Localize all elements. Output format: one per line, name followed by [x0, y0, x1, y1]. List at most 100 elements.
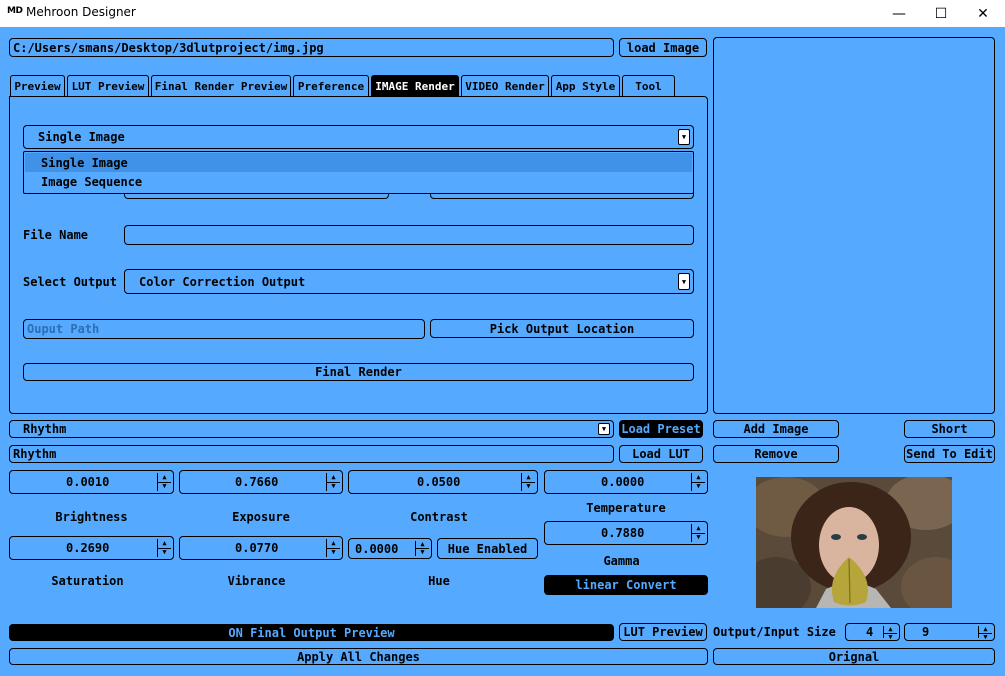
- send-to-edit-button[interactable]: Send To Edit: [904, 445, 995, 463]
- gamma-spinbox[interactable]: 0.7880 ▲ ▼: [544, 521, 708, 545]
- spin-up-icon[interactable]: ▲: [158, 539, 171, 549]
- title-bar: MD Mehroon Designer — ☐ ✕: [0, 0, 1005, 27]
- render-mode-value: Single Image: [38, 130, 125, 144]
- load-preset-button[interactable]: Load Preset: [619, 420, 703, 438]
- spin-arrows[interactable]: ▲ ▼: [883, 626, 897, 641]
- spin-up-icon[interactable]: ▲: [158, 473, 171, 483]
- temperature-value: 0.0000: [601, 475, 645, 489]
- spin-arrows[interactable]: ▲ ▼: [326, 473, 340, 491]
- temperature-label: Temperature: [586, 501, 666, 515]
- spin-down-icon[interactable]: ▼: [692, 534, 705, 543]
- tab-video-render[interactable]: VIDEO Render: [461, 75, 549, 96]
- lut-preview-button[interactable]: LUT Preview: [619, 623, 707, 641]
- saturation-value: 0.2690: [66, 541, 110, 555]
- tab-lut-preview[interactable]: LUT Preview: [67, 75, 149, 96]
- lut-name-field[interactable]: Rhythm: [9, 445, 614, 463]
- load-image-button[interactable]: load Image: [619, 38, 707, 57]
- remove-button[interactable]: Remove: [713, 445, 839, 463]
- temperature-spinbox[interactable]: 0.0000 ▲ ▼: [544, 470, 708, 494]
- preview-photo-svg: [756, 477, 952, 608]
- image-list-panel[interactable]: [713, 37, 995, 414]
- final-render-button[interactable]: Final Render: [23, 363, 694, 381]
- hue-enabled-button[interactable]: Hue Enabled: [437, 538, 538, 559]
- linear-convert-button[interactable]: linear Convert: [544, 575, 708, 595]
- output-path-input[interactable]: Ouput Path: [23, 319, 425, 339]
- hue-spinbox[interactable]: 0.0000 ▲ ▼: [348, 538, 432, 559]
- spin-up-icon[interactable]: ▲: [692, 524, 705, 534]
- exposure-value: 0.7660: [235, 475, 279, 489]
- select-output-label: Select Output: [23, 275, 117, 289]
- spin-down-icon[interactable]: ▼: [692, 483, 705, 492]
- dropdown-option-single-image[interactable]: Single Image: [25, 153, 692, 172]
- exposure-label: Exposure: [232, 510, 290, 524]
- image-path-field[interactable]: C:/Users/smans/Desktop/3dlutproject/img.…: [9, 38, 614, 57]
- short-button[interactable]: Short: [904, 420, 995, 438]
- output-size-value: 4: [866, 625, 874, 639]
- preview-image: [756, 477, 952, 608]
- spin-down-icon[interactable]: ▼: [327, 549, 340, 558]
- spin-down-icon[interactable]: ▼: [158, 483, 171, 492]
- spin-down-icon[interactable]: ▼: [327, 483, 340, 492]
- minimize-button[interactable]: —: [877, 0, 921, 27]
- spin-arrows[interactable]: ▲ ▼: [157, 539, 171, 557]
- tab-app-style[interactable]: App Style: [551, 75, 620, 96]
- vibrance-value: 0.0770: [235, 541, 279, 555]
- spin-up-icon[interactable]: ▲: [522, 473, 535, 483]
- render-mode-select[interactable]: Single Image ▼: [23, 125, 694, 149]
- input-size-value: 9: [922, 625, 930, 639]
- render-mode-dropdown-list: Single Image Image Sequence: [23, 151, 694, 194]
- file-name-input[interactable]: [124, 225, 694, 245]
- select-output-value: Color Correction Output: [139, 274, 306, 289]
- spin-down-icon[interactable]: ▼: [158, 549, 171, 558]
- chevron-down-icon: ▼: [678, 273, 690, 290]
- preset-value: Rhythm: [23, 422, 67, 436]
- spin-arrows[interactable]: ▲ ▼: [326, 539, 340, 557]
- linear-convert-label: linear Convert: [575, 578, 677, 592]
- maximize-button[interactable]: ☐: [919, 0, 963, 27]
- tab-preference[interactable]: Preference: [293, 75, 369, 96]
- close-button[interactable]: ✕: [961, 0, 1005, 27]
- window-title: Mehroon Designer: [26, 5, 136, 19]
- file-name-label: File Name: [23, 228, 89, 242]
- final-output-preview-toggle[interactable]: ON Final Output Preview: [9, 624, 614, 641]
- original-button[interactable]: Orignal: [713, 648, 995, 665]
- spin-arrows[interactable]: ▲ ▼: [415, 541, 429, 556]
- spin-arrows[interactable]: ▲ ▼: [691, 524, 705, 542]
- select-output-dropdown[interactable]: Color Correction Output ▼: [124, 269, 694, 294]
- spin-arrows[interactable]: ▲ ▼: [978, 626, 992, 641]
- spin-down-icon[interactable]: ▼: [522, 483, 535, 492]
- spin-arrows[interactable]: ▲ ▼: [157, 473, 171, 491]
- spin-up-icon[interactable]: ▲: [692, 473, 705, 483]
- output-size-spinbox[interactable]: 4 ▲ ▼: [845, 623, 900, 641]
- contrast-spinbox[interactable]: 0.0500 ▲ ▼: [348, 470, 538, 494]
- load-lut-button[interactable]: Load LUT: [619, 445, 703, 463]
- brightness-spinbox[interactable]: 0.0010 ▲ ▼: [9, 470, 174, 494]
- pick-output-location-button[interactable]: Pick Output Location: [430, 319, 694, 338]
- exposure-spinbox[interactable]: 0.7660 ▲ ▼: [179, 470, 343, 494]
- spin-down-icon[interactable]: ▼: [884, 634, 897, 641]
- input-size-spinbox[interactable]: 9 ▲ ▼: [904, 623, 995, 641]
- apply-all-changes-button[interactable]: Apply All Changes: [9, 648, 708, 665]
- gamma-label: Gamma: [603, 554, 640, 568]
- spin-up-icon[interactable]: ▲: [327, 539, 340, 549]
- gamma-value: 0.7880: [601, 526, 645, 540]
- tab-tool[interactable]: Tool: [622, 75, 675, 96]
- contrast-value: 0.0500: [417, 475, 461, 489]
- spin-arrows[interactable]: ▲ ▼: [691, 473, 705, 491]
- chevron-down-icon: ▼: [598, 423, 610, 435]
- add-image-button[interactable]: Add Image: [713, 420, 839, 438]
- vibrance-label: Vibrance: [227, 574, 286, 588]
- spin-down-icon[interactable]: ▼: [979, 634, 992, 641]
- tab-image-render[interactable]: IMAGE Render: [371, 75, 459, 96]
- tab-preview[interactable]: Preview: [10, 75, 65, 96]
- contrast-label: Contrast: [410, 510, 468, 524]
- spin-up-icon[interactable]: ▲: [327, 473, 340, 483]
- tab-final-render-preview[interactable]: Final Render Preview: [151, 75, 291, 96]
- vibrance-spinbox[interactable]: 0.0770 ▲ ▼: [179, 536, 343, 560]
- spin-arrows[interactable]: ▲ ▼: [521, 473, 535, 491]
- preset-select[interactable]: Rhythm ▼: [9, 420, 614, 438]
- dropdown-option-image-sequence[interactable]: Image Sequence: [25, 172, 692, 191]
- brightness-value: 0.0010: [66, 475, 110, 489]
- spin-down-icon[interactable]: ▼: [416, 549, 429, 556]
- saturation-spinbox[interactable]: 0.2690 ▲ ▼: [9, 536, 174, 560]
